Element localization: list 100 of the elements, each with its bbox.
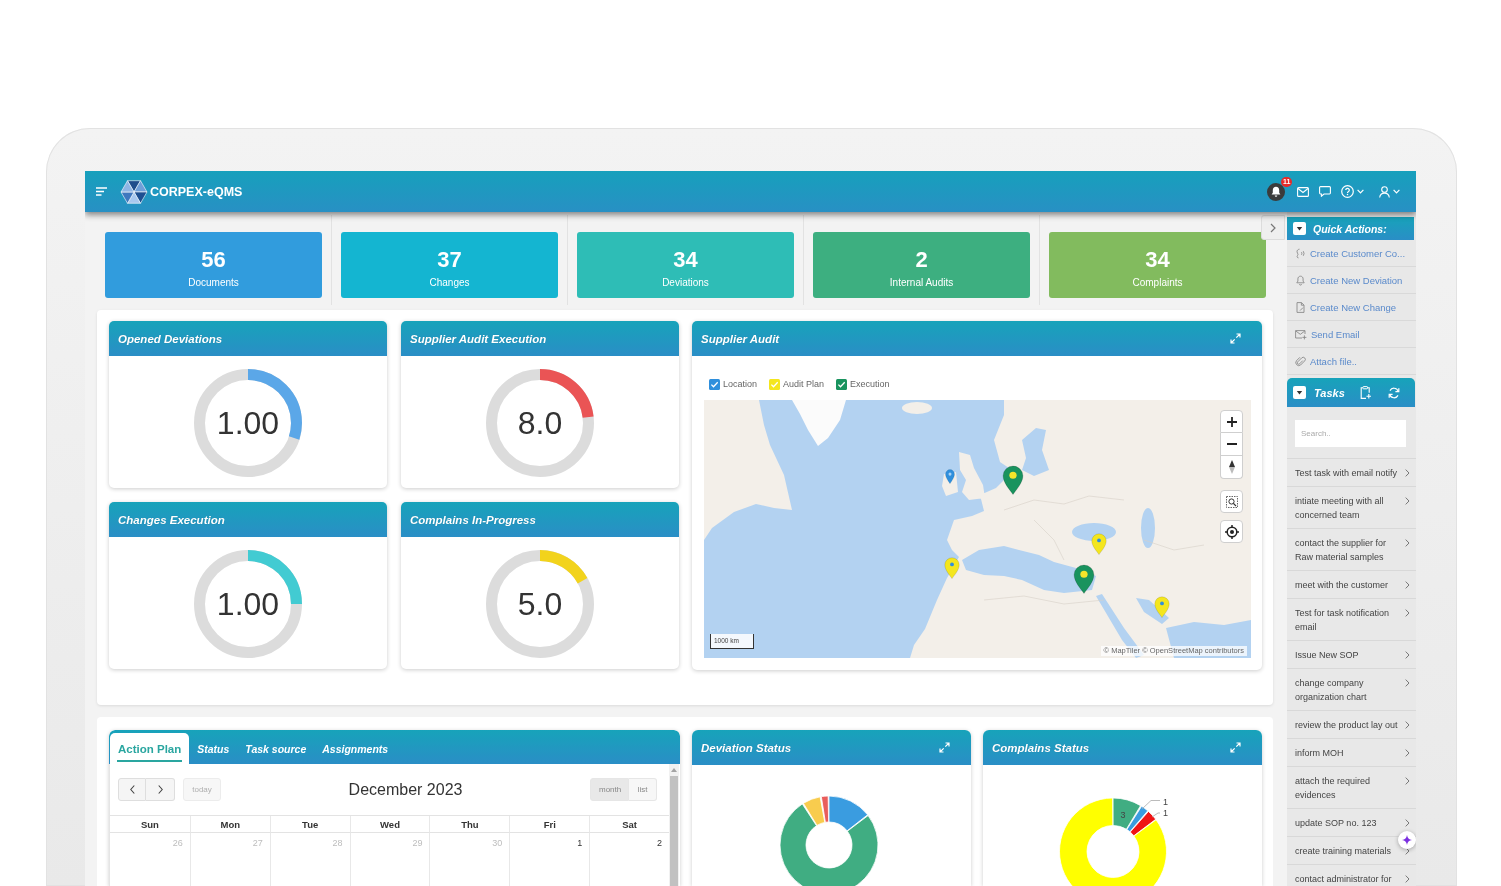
clipboard-plus-icon[interactable] xyxy=(1359,386,1371,399)
task-item[interactable]: Issue New SOP xyxy=(1295,648,1402,662)
checkbox[interactable] xyxy=(709,378,720,390)
kpi-card[interactable]: 34 Complaints xyxy=(1049,232,1266,298)
plus-icon xyxy=(1226,416,1237,427)
zoom-out-button[interactable] xyxy=(1220,433,1243,456)
weekday-label: Mon xyxy=(220,818,241,830)
kpi-value: 37 xyxy=(437,247,462,273)
chevron-right-icon[interactable] xyxy=(1405,749,1410,757)
task-item[interactable]: Test for task notification email xyxy=(1295,606,1402,634)
expand-icon[interactable] xyxy=(1230,333,1241,344)
day-number[interactable]: 2 xyxy=(656,838,662,849)
checkbox[interactable] xyxy=(769,378,781,390)
quick-action-link[interactable]: Create New Deviation xyxy=(1310,274,1403,286)
chevron-right-icon[interactable] xyxy=(1405,469,1410,477)
user-icon[interactable] xyxy=(1379,185,1390,198)
chevron-right-icon[interactable] xyxy=(1405,497,1410,505)
quick-action-link[interactable]: Send Email xyxy=(1311,328,1360,340)
search-field[interactable]: Search.. xyxy=(1295,420,1406,447)
view-button[interactable]: list xyxy=(629,778,657,801)
map-marker[interactable] xyxy=(1073,564,1095,594)
chart-slice[interactable] xyxy=(1112,797,1141,830)
bell-icon[interactable] xyxy=(1267,182,1285,201)
chevron-right-icon[interactable] xyxy=(1405,609,1410,617)
map-marker[interactable] xyxy=(1154,596,1170,618)
checkbox[interactable] xyxy=(836,378,848,390)
day-number[interactable]: 29 xyxy=(412,838,423,849)
task-item[interactable]: Test task with email notify xyxy=(1295,466,1402,480)
chart-slice[interactable] xyxy=(803,796,826,826)
expand-icon[interactable] xyxy=(1230,742,1241,753)
task-item[interactable]: intiate meeting with all concerned team xyxy=(1295,494,1402,522)
quick-action-link[interactable]: Attach file.. xyxy=(1310,355,1357,367)
scrollbar-thumb[interactable] xyxy=(670,776,678,886)
chevron-right-icon[interactable] xyxy=(1405,875,1410,883)
task-item[interactable]: update SOP no. 123 xyxy=(1295,816,1402,830)
task-item[interactable]: contact the supplier for Raw material samples xyxy=(1295,536,1402,564)
chevron-right-icon[interactable] xyxy=(1405,581,1410,589)
sparkle-icon xyxy=(1402,835,1412,845)
zoom-box-button[interactable] xyxy=(1220,490,1243,513)
task-item[interactable]: attach the required evidences xyxy=(1295,774,1402,802)
leader-line xyxy=(1141,800,1161,810)
kpi-card[interactable]: 2 Internal Audits xyxy=(813,232,1030,298)
task-item[interactable]: contact administrator for xyxy=(1295,872,1402,886)
tab[interactable]: Task source xyxy=(237,733,315,764)
reset-north-button[interactable] xyxy=(1220,456,1243,479)
chevron-right-icon[interactable] xyxy=(1405,539,1410,547)
menu-icon[interactable] xyxy=(96,187,107,196)
caret-down-icon[interactable] xyxy=(1357,189,1364,194)
map-marker[interactable] xyxy=(1091,533,1107,555)
tab[interactable]: Status xyxy=(189,733,238,764)
chart-slice[interactable] xyxy=(828,795,868,832)
kpi-label: Changes xyxy=(429,277,470,289)
chevron-right-icon[interactable] xyxy=(1405,819,1410,827)
mail-icon[interactable] xyxy=(1297,186,1309,197)
chevron-right-icon[interactable] xyxy=(1405,651,1410,659)
chart-slice[interactable] xyxy=(1126,805,1149,833)
paperclip-icon xyxy=(1295,355,1306,367)
scroll-up-icon[interactable] xyxy=(671,768,677,772)
task-item[interactable]: change company organization chart xyxy=(1295,676,1402,704)
chart-slice[interactable] xyxy=(779,803,879,886)
day-number[interactable]: 27 xyxy=(252,838,263,849)
day-number[interactable]: 30 xyxy=(492,838,503,849)
chevron-right-icon[interactable] xyxy=(1405,721,1410,729)
refresh-icon[interactable] xyxy=(1387,386,1400,399)
quick-action-link[interactable]: Create New Change xyxy=(1310,301,1397,313)
kpi-card[interactable]: 37 Changes xyxy=(341,232,558,298)
card-title: Supplier Audit xyxy=(701,332,780,345)
scrollbar[interactable] xyxy=(669,764,679,886)
chart-slice[interactable] xyxy=(820,795,829,823)
gauge-value: 8.0 xyxy=(517,405,563,441)
map-marker[interactable] xyxy=(945,469,955,484)
caret-down-icon[interactable] xyxy=(1393,189,1400,194)
tab[interactable]: Assignments xyxy=(314,733,397,764)
task-item[interactable]: meet with the customer xyxy=(1295,578,1402,592)
card-title: Complains Status xyxy=(992,741,1090,754)
map-marker[interactable] xyxy=(1002,465,1024,495)
chart-slice[interactable] xyxy=(1129,811,1157,837)
task-item[interactable]: create training materials xyxy=(1295,844,1402,858)
kpi-card[interactable]: 56 Documents xyxy=(105,232,322,298)
kpi-card[interactable]: 34 Deviations xyxy=(577,232,794,298)
sidebar-toggle-button[interactable] xyxy=(1261,215,1285,240)
chevron-right-icon[interactable] xyxy=(1405,679,1410,687)
tab[interactable]: Action Plan xyxy=(110,733,190,764)
help-icon[interactable] xyxy=(1341,185,1354,198)
quick-action-link[interactable]: Create Customer Co... xyxy=(1310,247,1406,259)
expand-icon[interactable] xyxy=(939,742,950,753)
task-item[interactable]: review the product lay out xyxy=(1295,718,1402,732)
map-marker[interactable] xyxy=(944,557,960,579)
chart-slice[interactable] xyxy=(1059,797,1167,886)
chevron-right-icon[interactable] xyxy=(1405,777,1410,785)
view-button[interactable]: month xyxy=(590,778,629,801)
locate-button[interactable] xyxy=(1220,520,1243,543)
zoom-in-button[interactable] xyxy=(1220,410,1243,433)
task-item[interactable]: inform MOH xyxy=(1295,746,1402,760)
collapse-icon[interactable] xyxy=(1293,386,1306,399)
day-number[interactable]: 1 xyxy=(577,838,583,849)
collapse-icon[interactable] xyxy=(1293,222,1306,235)
chat-icon[interactable] xyxy=(1319,186,1331,197)
bell-icon xyxy=(1295,274,1306,286)
day-number[interactable]: 28 xyxy=(332,838,343,849)
